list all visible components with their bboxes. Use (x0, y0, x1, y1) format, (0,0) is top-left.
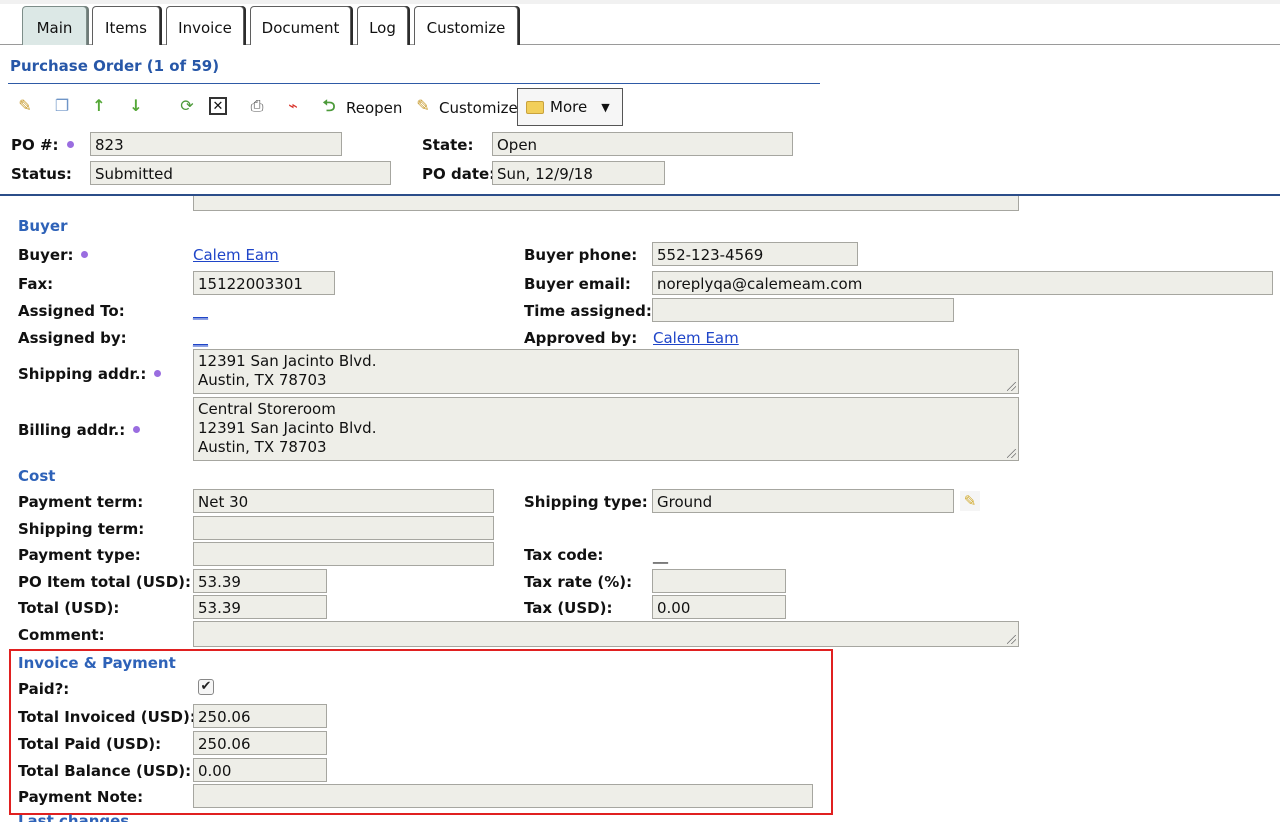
time-assigned-label: Time assigned: (524, 302, 652, 320)
fax-label: Fax: (18, 275, 54, 293)
pdf-icon[interactable]: ⌁ (282, 95, 304, 117)
paid-checkbox[interactable]: ✔ (198, 679, 214, 695)
time-assigned-field[interactable] (652, 298, 954, 322)
comment-textarea[interactable] (193, 621, 1019, 647)
buyer-phone-field[interactable]: 552-123-4569 (652, 242, 858, 266)
state-field[interactable]: Open (492, 132, 793, 156)
up-arrow-icon[interactable]: ↑ (88, 95, 110, 117)
customize-icon[interactable]: ✎ (412, 95, 434, 117)
delete-icon[interactable]: ✕ (209, 97, 227, 115)
payment-note-label: Payment Note: (18, 788, 144, 806)
tab-log[interactable]: Log (357, 6, 408, 45)
billing-addr-textarea[interactable]: Central Storeroom 12391 San Jacinto Blvd… (193, 397, 1019, 461)
reopen-button[interactable]: Reopen (346, 99, 402, 117)
status-label: Status: (11, 165, 72, 183)
down-arrow-icon[interactable]: ↓ (125, 95, 147, 117)
section-buyer: Buyer (18, 217, 68, 235)
pencil-icon[interactable]: ✎ (960, 491, 980, 511)
refresh-icon[interactable]: ⟳ (176, 95, 198, 117)
more-label: More (550, 98, 588, 116)
tax-label: Tax (USD): (524, 599, 613, 617)
paid-label: Paid?: (18, 680, 70, 698)
po-item-total-field[interactable]: 53.39 (193, 569, 327, 593)
buyer-link[interactable]: Calem Eam (193, 246, 279, 264)
status-field[interactable]: Submitted (90, 161, 391, 185)
billing-addr-label: Billing addr.: (18, 421, 141, 439)
comment-label: Comment: (18, 626, 105, 644)
chevron-down-icon: ▼ (601, 100, 610, 114)
tax-code-link[interactable]: __ (653, 546, 668, 564)
copy-icon[interactable]: ❐ (51, 95, 73, 117)
total-invoiced-field[interactable]: 250.06 (193, 704, 327, 728)
total-paid-field[interactable]: 250.06 (193, 731, 327, 755)
folder-icon (526, 100, 544, 114)
page-title: Purchase Order (1 of 59) (10, 57, 220, 75)
tab-items[interactable]: Items (92, 6, 160, 45)
buyer-email-label: Buyer email: (524, 275, 631, 293)
section-invoice-payment: Invoice & Payment (18, 654, 176, 672)
total-paid-label: Total Paid (USD): (18, 735, 162, 753)
payment-note-field[interactable] (193, 784, 813, 808)
assigned-to-link[interactable]: __ (193, 302, 208, 320)
section-cost: Cost (18, 467, 56, 485)
po-number-field[interactable]: 823 (90, 132, 342, 156)
tax-code-label: Tax code: (524, 546, 604, 564)
tab-main[interactable]: Main (22, 6, 87, 45)
assigned-by-link[interactable]: __ (193, 329, 208, 347)
tax-rate-label: Tax rate (%): (524, 573, 633, 591)
shipping-term-label: Shipping term: (18, 520, 145, 538)
payment-term-label: Payment term: (18, 493, 144, 511)
resize-handle[interactable] (1007, 449, 1016, 458)
payment-type-field[interactable] (193, 542, 494, 566)
total-field[interactable]: 53.39 (193, 595, 327, 619)
edit-icon[interactable]: ✎ (14, 95, 36, 117)
tax-field[interactable]: 0.00 (652, 595, 786, 619)
print-icon[interactable]: ⎙ (246, 95, 268, 117)
approved-by-label: Approved by: (524, 329, 638, 347)
required-indicator (133, 426, 141, 433)
shipping-term-field[interactable] (193, 516, 494, 540)
tax-rate-field[interactable] (652, 569, 786, 593)
shipping-addr-label: Shipping addr.: (18, 365, 162, 383)
shipping-addr-textarea[interactable]: 12391 San Jacinto Blvd. Austin, TX 78703 (193, 349, 1019, 394)
reopen-icon[interactable]: ⮌ (318, 95, 340, 117)
payment-term-field[interactable]: Net 30 (193, 489, 494, 513)
tab-customize[interactable]: Customize (414, 6, 518, 45)
assigned-to-label: Assigned To: (18, 302, 125, 320)
title-divider (8, 83, 820, 84)
payment-type-label: Payment type: (18, 546, 141, 564)
po-date-field[interactable]: Sun, 12/9/18 (492, 161, 665, 185)
total-invoiced-label: Total Invoiced (USD): (18, 708, 196, 726)
customize-button[interactable]: Customize (439, 99, 518, 117)
total-balance-field[interactable]: 0.00 (193, 758, 327, 782)
state-label: State: (422, 136, 474, 154)
total-label: Total (USD): (18, 599, 120, 617)
required-indicator (66, 141, 74, 148)
shipping-type-field[interactable]: Ground (652, 489, 954, 513)
fax-field[interactable]: 15122003301 (193, 271, 335, 295)
section-last-changes: Last changes (18, 812, 130, 822)
po-date-label: PO date: (422, 165, 496, 183)
po-item-total-label: PO Item total (USD): (18, 573, 192, 591)
total-balance-label: Total Balance (USD): (18, 762, 192, 780)
buyer-phone-label: Buyer phone: (524, 246, 638, 264)
shipping-type-label: Shipping type: (524, 493, 648, 511)
buyer-label: Buyer: (18, 246, 89, 264)
resize-handle[interactable] (1007, 635, 1016, 644)
approved-by-link[interactable]: Calem Eam (653, 329, 739, 347)
more-button[interactable]: More ▼ (517, 88, 623, 126)
assigned-by-label: Assigned by: (18, 329, 127, 347)
required-indicator (81, 251, 89, 258)
tab-invoice[interactable]: Invoice (166, 6, 244, 45)
scrolled-field-remnant (193, 196, 1019, 211)
buyer-email-field[interactable]: noreplyqa@calemeam.com (652, 271, 1273, 295)
po-number-label: PO #: (11, 136, 74, 154)
required-indicator (154, 370, 162, 377)
resize-handle[interactable] (1007, 382, 1016, 391)
tab-document[interactable]: Document (250, 6, 351, 45)
